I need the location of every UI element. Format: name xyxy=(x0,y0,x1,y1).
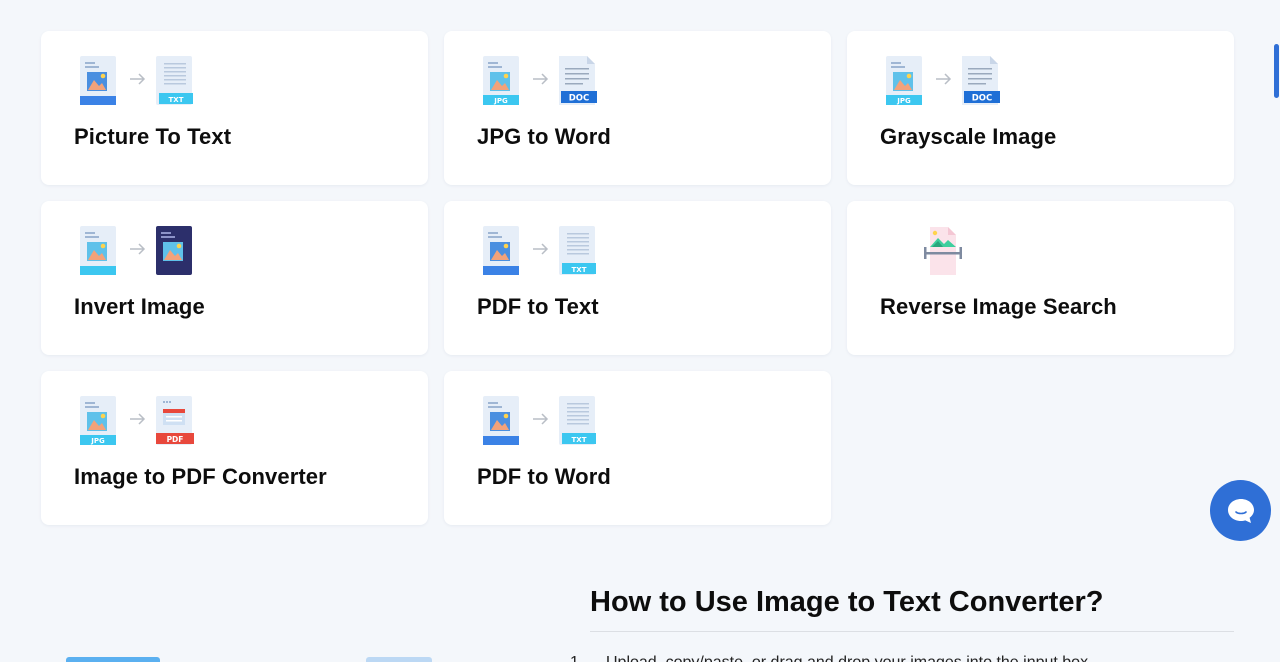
reverse-image-search-icon xyxy=(924,227,962,275)
how-to-step: 1.Upload, copy/paste, or drag and drop y… xyxy=(570,654,1093,662)
tool-title: PDF to Text xyxy=(477,294,599,319)
image-file-icon xyxy=(483,396,519,445)
arrow-right-icon xyxy=(936,73,952,85)
tool-card-invert-image[interactable]: Invert Image xyxy=(41,201,428,355)
image-file-icon xyxy=(80,56,116,105)
tool-card-grayscale-image[interactable]: JPG DOC Grayscale Image xyxy=(847,31,1234,185)
tool-title: Image to PDF Converter xyxy=(74,464,327,489)
arrow-right-icon xyxy=(533,243,549,255)
scrollbar-thumb[interactable] xyxy=(1274,44,1279,98)
tool-icons: JPG DOC xyxy=(885,55,1025,107)
tool-title: PDF to Word xyxy=(477,464,611,489)
doc-badge: DOC xyxy=(569,94,590,104)
illustration-top-left xyxy=(66,657,160,662)
tool-card-reverse-image-search[interactable]: Reverse Image Search xyxy=(847,201,1234,355)
step-text: Upload, copy/paste, or drag and drop you… xyxy=(606,654,1093,662)
pdf-file-icon: PDF xyxy=(156,396,194,445)
tool-title: Reverse Image Search xyxy=(880,294,1117,319)
illustration-top-right xyxy=(366,657,432,662)
tool-icons: TXT xyxy=(482,225,622,277)
scrollbar[interactable] xyxy=(1272,0,1280,662)
doc-badge: DOC xyxy=(972,94,993,104)
txt-file-icon: TXT xyxy=(559,396,596,445)
divider xyxy=(590,631,1234,632)
chat-bubble-icon xyxy=(1227,498,1254,523)
jpg-badge: JPG xyxy=(493,97,508,105)
arrow-right-icon xyxy=(130,243,146,255)
tools-grid: TXT Picture To Text JPG DOC JPG to Word … xyxy=(0,0,1280,662)
arrow-right-icon xyxy=(130,413,146,425)
tool-icons xyxy=(885,225,1025,277)
doc-file-icon: DOC xyxy=(559,56,597,105)
txt-badge: TXT xyxy=(169,96,184,104)
tool-card-jpg-to-word[interactable]: JPG DOC JPG to Word xyxy=(444,31,831,185)
jpg-file-icon: JPG xyxy=(483,56,519,105)
txt-file-icon: TXT xyxy=(559,226,596,275)
arrow-right-icon xyxy=(533,413,549,425)
tool-card-pdf-to-word[interactable]: TXT PDF to Word xyxy=(444,371,831,525)
tool-card-picture-to-text[interactable]: TXT Picture To Text xyxy=(41,31,428,185)
txt-badge: TXT xyxy=(572,436,587,444)
tool-card-pdf-to-text[interactable]: TXT PDF to Text xyxy=(444,201,831,355)
tool-title: Grayscale Image xyxy=(880,124,1057,149)
arrow-right-icon xyxy=(533,73,549,85)
image-file-icon xyxy=(483,226,519,275)
pdf-badge: PDF xyxy=(167,435,184,444)
how-to-heading: How to Use Image to Text Converter? xyxy=(590,586,1104,618)
tool-icons: JPG DOC xyxy=(482,55,622,107)
chat-button[interactable] xyxy=(1210,480,1271,541)
jpg-file-icon: JPG xyxy=(886,56,922,105)
doc-file-icon: DOC xyxy=(962,56,1000,105)
image-file-icon xyxy=(80,226,116,275)
step-number: 1. xyxy=(570,654,606,662)
jpg-file-icon: JPG xyxy=(80,396,116,445)
how-to-section: How to Use Image to Text Converter? 1.Up… xyxy=(570,586,1234,662)
tool-card-image-to-pdf-converter[interactable]: JPG PDF Image to PDF Converter xyxy=(41,371,428,525)
jpg-badge: JPG xyxy=(90,437,105,445)
tool-icons xyxy=(79,225,219,277)
tool-icons: JPG PDF xyxy=(79,395,219,447)
tool-icons: TXT xyxy=(79,55,219,107)
inverted-image-icon xyxy=(156,226,192,275)
tool-icons: TXT xyxy=(482,395,622,447)
tool-title: JPG to Word xyxy=(477,124,611,149)
txt-badge: TXT xyxy=(572,266,587,274)
jpg-badge: JPG xyxy=(896,97,911,105)
tool-title: Picture To Text xyxy=(74,124,232,149)
tool-title: Invert Image xyxy=(74,294,205,319)
arrow-right-icon xyxy=(130,73,146,85)
txt-file-icon: TXT xyxy=(156,56,193,105)
